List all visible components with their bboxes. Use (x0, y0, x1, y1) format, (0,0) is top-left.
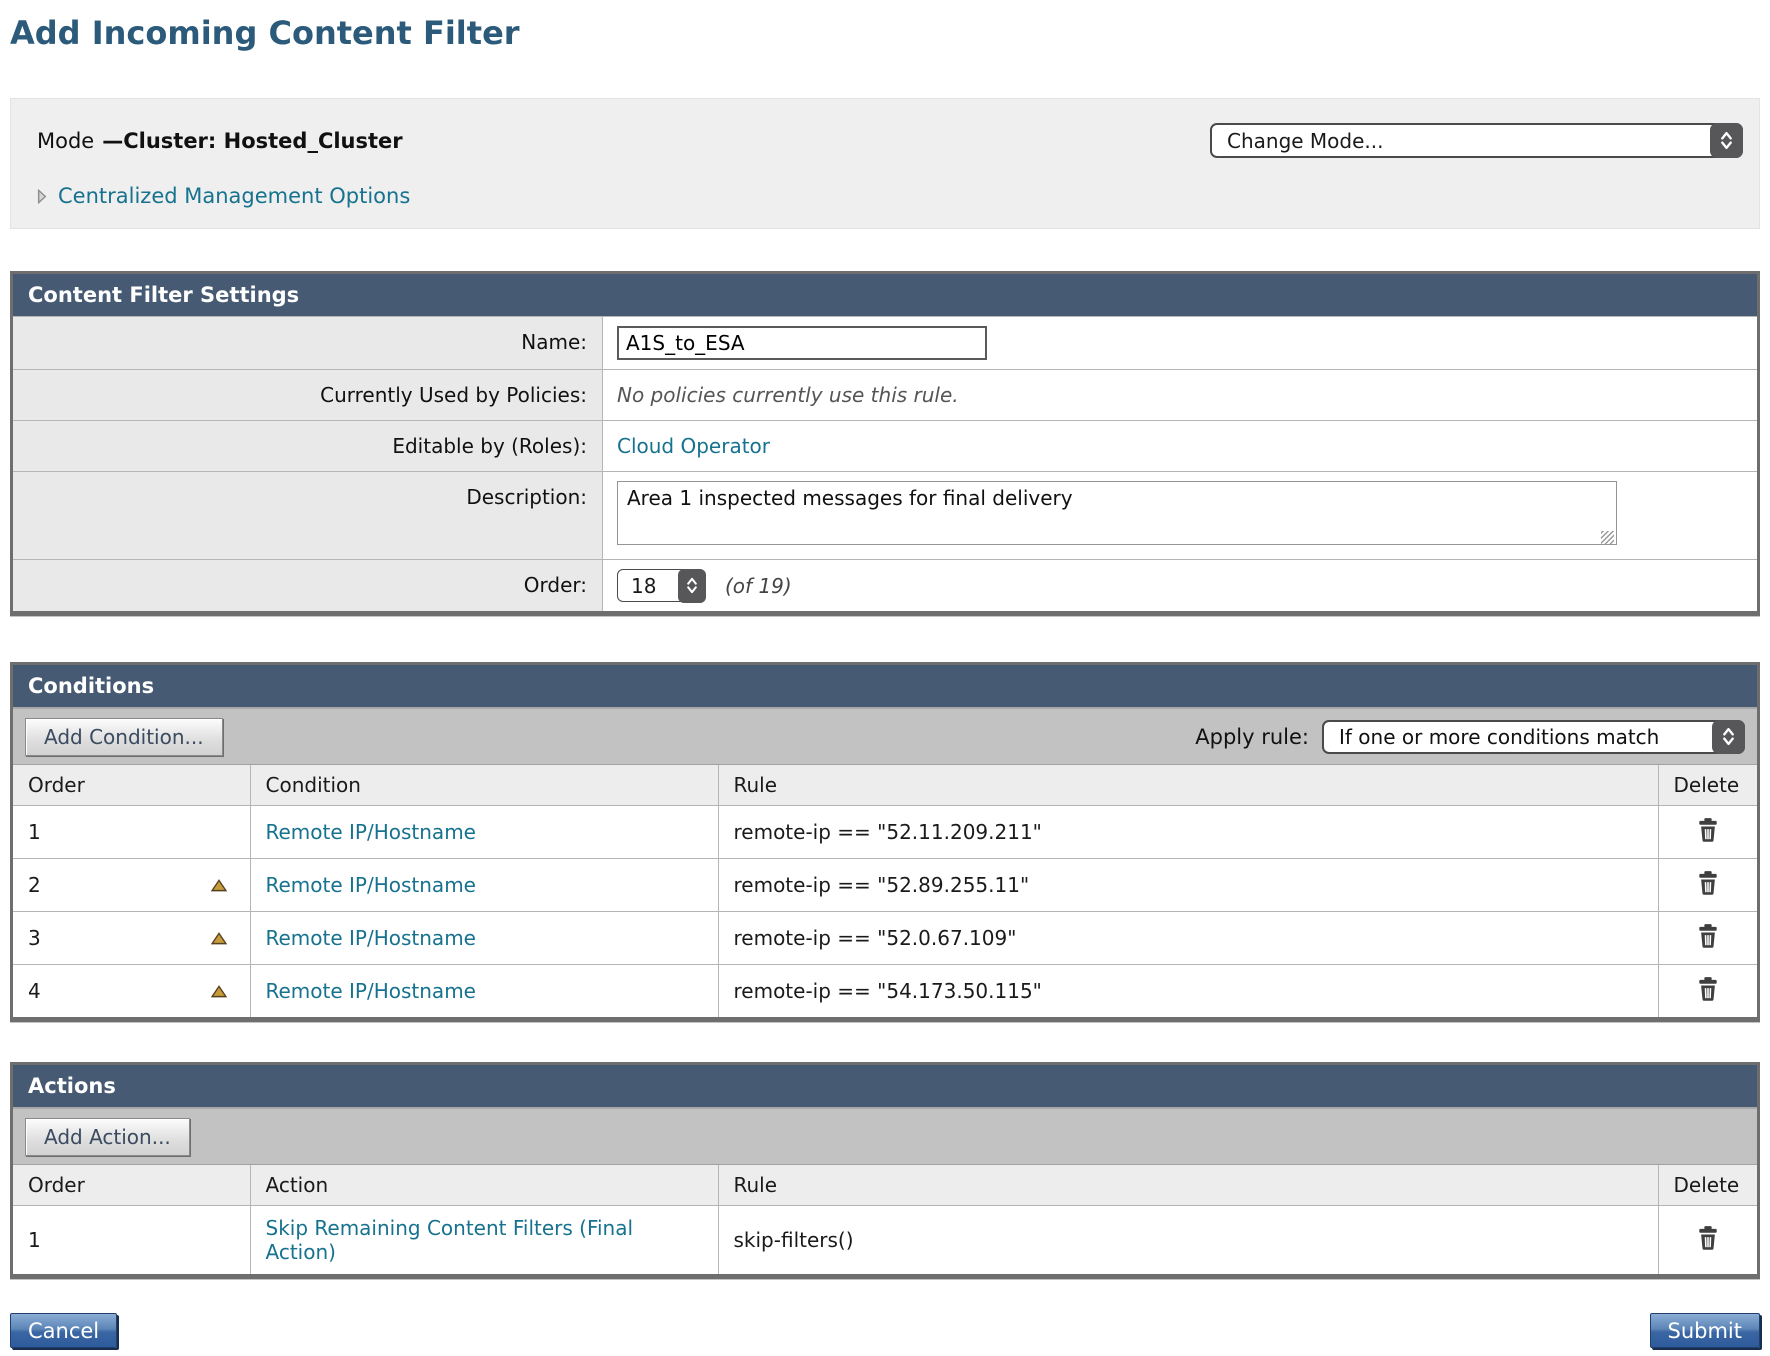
condition-order: 3 (28, 926, 41, 950)
centralized-management-options-link[interactable]: Centralized Management Options (58, 184, 410, 208)
move-up-icon[interactable] (211, 985, 227, 998)
condition-row: 4 Remote IP/Hostname remote-ip == "54.17… (13, 965, 1757, 1018)
conditions-section-header: Conditions (13, 665, 1757, 707)
condition-order: 2 (28, 873, 41, 897)
mode-label: Mode (37, 129, 94, 153)
condition-row: 1 Remote IP/Hostname remote-ip == "52.11… (13, 806, 1757, 859)
conditions-col-order: Order (13, 765, 250, 806)
apply-rule-group: Apply rule: If one or more conditions ma… (1195, 720, 1745, 754)
mode-row: Mode —Cluster: Hosted_Cluster Change Mode… (37, 123, 1743, 158)
editable-roles-link[interactable]: Cloud Operator (617, 434, 770, 458)
actions-section-header: Actions (13, 1065, 1757, 1107)
mode-value: —Cluster: Hosted_Cluster (102, 129, 402, 153)
settings-section-header: Content Filter Settings (13, 274, 1757, 316)
conditions-col-rule: Rule (718, 765, 1658, 806)
policies-label: Currently Used by Policies: (13, 370, 603, 420)
actions-panel: Actions Add Action... Order Action Rule … (10, 1062, 1760, 1279)
page-title: Add Incoming Content Filter (10, 14, 1770, 52)
content-filter-settings-panel: Content Filter Settings Name: Currently … (10, 271, 1760, 616)
actions-col-rule: Rule (718, 1165, 1658, 1206)
name-input[interactable] (617, 326, 987, 360)
settings-row-name: Name: (13, 316, 1757, 369)
order-total: (of 19) (725, 574, 792, 598)
delete-condition-button[interactable] (1693, 816, 1723, 845)
submit-button[interactable]: Submit (1650, 1313, 1761, 1348)
condition-order: 4 (28, 979, 41, 1003)
conditions-col-condition: Condition (250, 765, 718, 806)
action-order: 1 (28, 1228, 41, 1252)
footer-bar: Cancel Submit (10, 1313, 1760, 1348)
disclosure-triangle-icon[interactable] (37, 189, 47, 204)
name-label: Name: (13, 317, 603, 369)
actions-table: Order Action Rule Delete 1 Skip Remainin… (13, 1165, 1757, 1274)
condition-link[interactable]: Remote IP/Hostname (266, 979, 476, 1003)
condition-rule: remote-ip == "54.173.50.115" (734, 979, 1042, 1003)
conditions-header-row: Order Condition Rule Delete (13, 765, 1757, 806)
condition-link[interactable]: Remote IP/Hostname (266, 873, 476, 897)
apply-rule-select[interactable]: If one or more conditions match (1322, 720, 1745, 754)
conditions-panel: Conditions Add Condition... Apply rule: … (10, 662, 1760, 1022)
condition-row: 3 Remote IP/Hostname remote-ip == "52.0.… (13, 912, 1757, 965)
policies-value: No policies currently use this rule. (617, 383, 959, 407)
conditions-toolbar: Add Condition... Apply rule: If one or m… (13, 707, 1757, 765)
delete-condition-button[interactable] (1693, 922, 1723, 951)
settings-row-order: Order: 18 (of 19) (13, 559, 1757, 611)
add-action-button[interactable]: Add Action... (25, 1118, 190, 1156)
actions-col-order: Order (13, 1165, 250, 1206)
centralized-management-row: Centralized Management Options (37, 184, 1743, 208)
move-up-icon[interactable] (211, 879, 227, 892)
actions-header-row: Order Action Rule Delete (13, 1165, 1757, 1206)
condition-row: 2 Remote IP/Hostname remote-ip == "52.89… (13, 859, 1757, 912)
add-condition-button[interactable]: Add Condition... (25, 718, 223, 756)
actions-col-delete: Delete (1658, 1165, 1757, 1206)
action-rule: skip-filters() (734, 1228, 854, 1252)
order-select[interactable]: 18 (617, 569, 705, 602)
condition-rule: remote-ip == "52.89.255.11" (734, 873, 1030, 897)
select-stepper-icon (1710, 123, 1743, 158)
settings-row-editable: Editable by (Roles): Cloud Operator (13, 420, 1757, 471)
mode-text: Mode —Cluster: Hosted_Cluster (37, 129, 403, 153)
mode-panel: Mode —Cluster: Hosted_Cluster Change Mode… (10, 98, 1760, 229)
delete-action-button[interactable] (1693, 1224, 1723, 1253)
select-stepper-icon (1712, 720, 1745, 754)
description-textarea[interactable]: Area 1 inspected messages for final deli… (617, 481, 1617, 545)
conditions-col-delete: Delete (1658, 765, 1757, 806)
select-stepper-icon (678, 569, 706, 603)
condition-link[interactable]: Remote IP/Hostname (266, 820, 476, 844)
condition-rule: remote-ip == "52.11.209.211" (734, 820, 1042, 844)
change-mode-select[interactable]: Change Mode... (1210, 123, 1743, 158)
settings-row-description: Description: Area 1 inspected messages f… (13, 471, 1757, 559)
action-link[interactable]: Skip Remaining Content Filters (Final Ac… (266, 1216, 634, 1264)
description-label: Description: (13, 472, 603, 559)
actions-toolbar: Add Action... (13, 1107, 1757, 1165)
move-up-icon[interactable] (211, 932, 227, 945)
cancel-button[interactable]: Cancel (10, 1313, 117, 1348)
conditions-table: Order Condition Rule Delete 1 Remote IP/… (13, 765, 1757, 1017)
apply-rule-label: Apply rule: (1195, 725, 1309, 749)
action-row: 1 Skip Remaining Content Filters (Final … (13, 1206, 1757, 1275)
settings-row-policies: Currently Used by Policies: No policies … (13, 369, 1757, 420)
condition-link[interactable]: Remote IP/Hostname (266, 926, 476, 950)
change-mode-select-value: Change Mode... (1227, 129, 1384, 153)
delete-condition-button[interactable] (1693, 975, 1723, 1004)
editable-label: Editable by (Roles): (13, 421, 603, 471)
actions-col-action: Action (250, 1165, 718, 1206)
order-label: Order: (13, 560, 603, 611)
condition-rule: remote-ip == "52.0.67.109" (734, 926, 1017, 950)
order-select-value: 18 (631, 574, 656, 598)
apply-rule-select-value: If one or more conditions match (1339, 725, 1659, 749)
delete-condition-button[interactable] (1693, 869, 1723, 898)
condition-order: 1 (28, 820, 41, 844)
